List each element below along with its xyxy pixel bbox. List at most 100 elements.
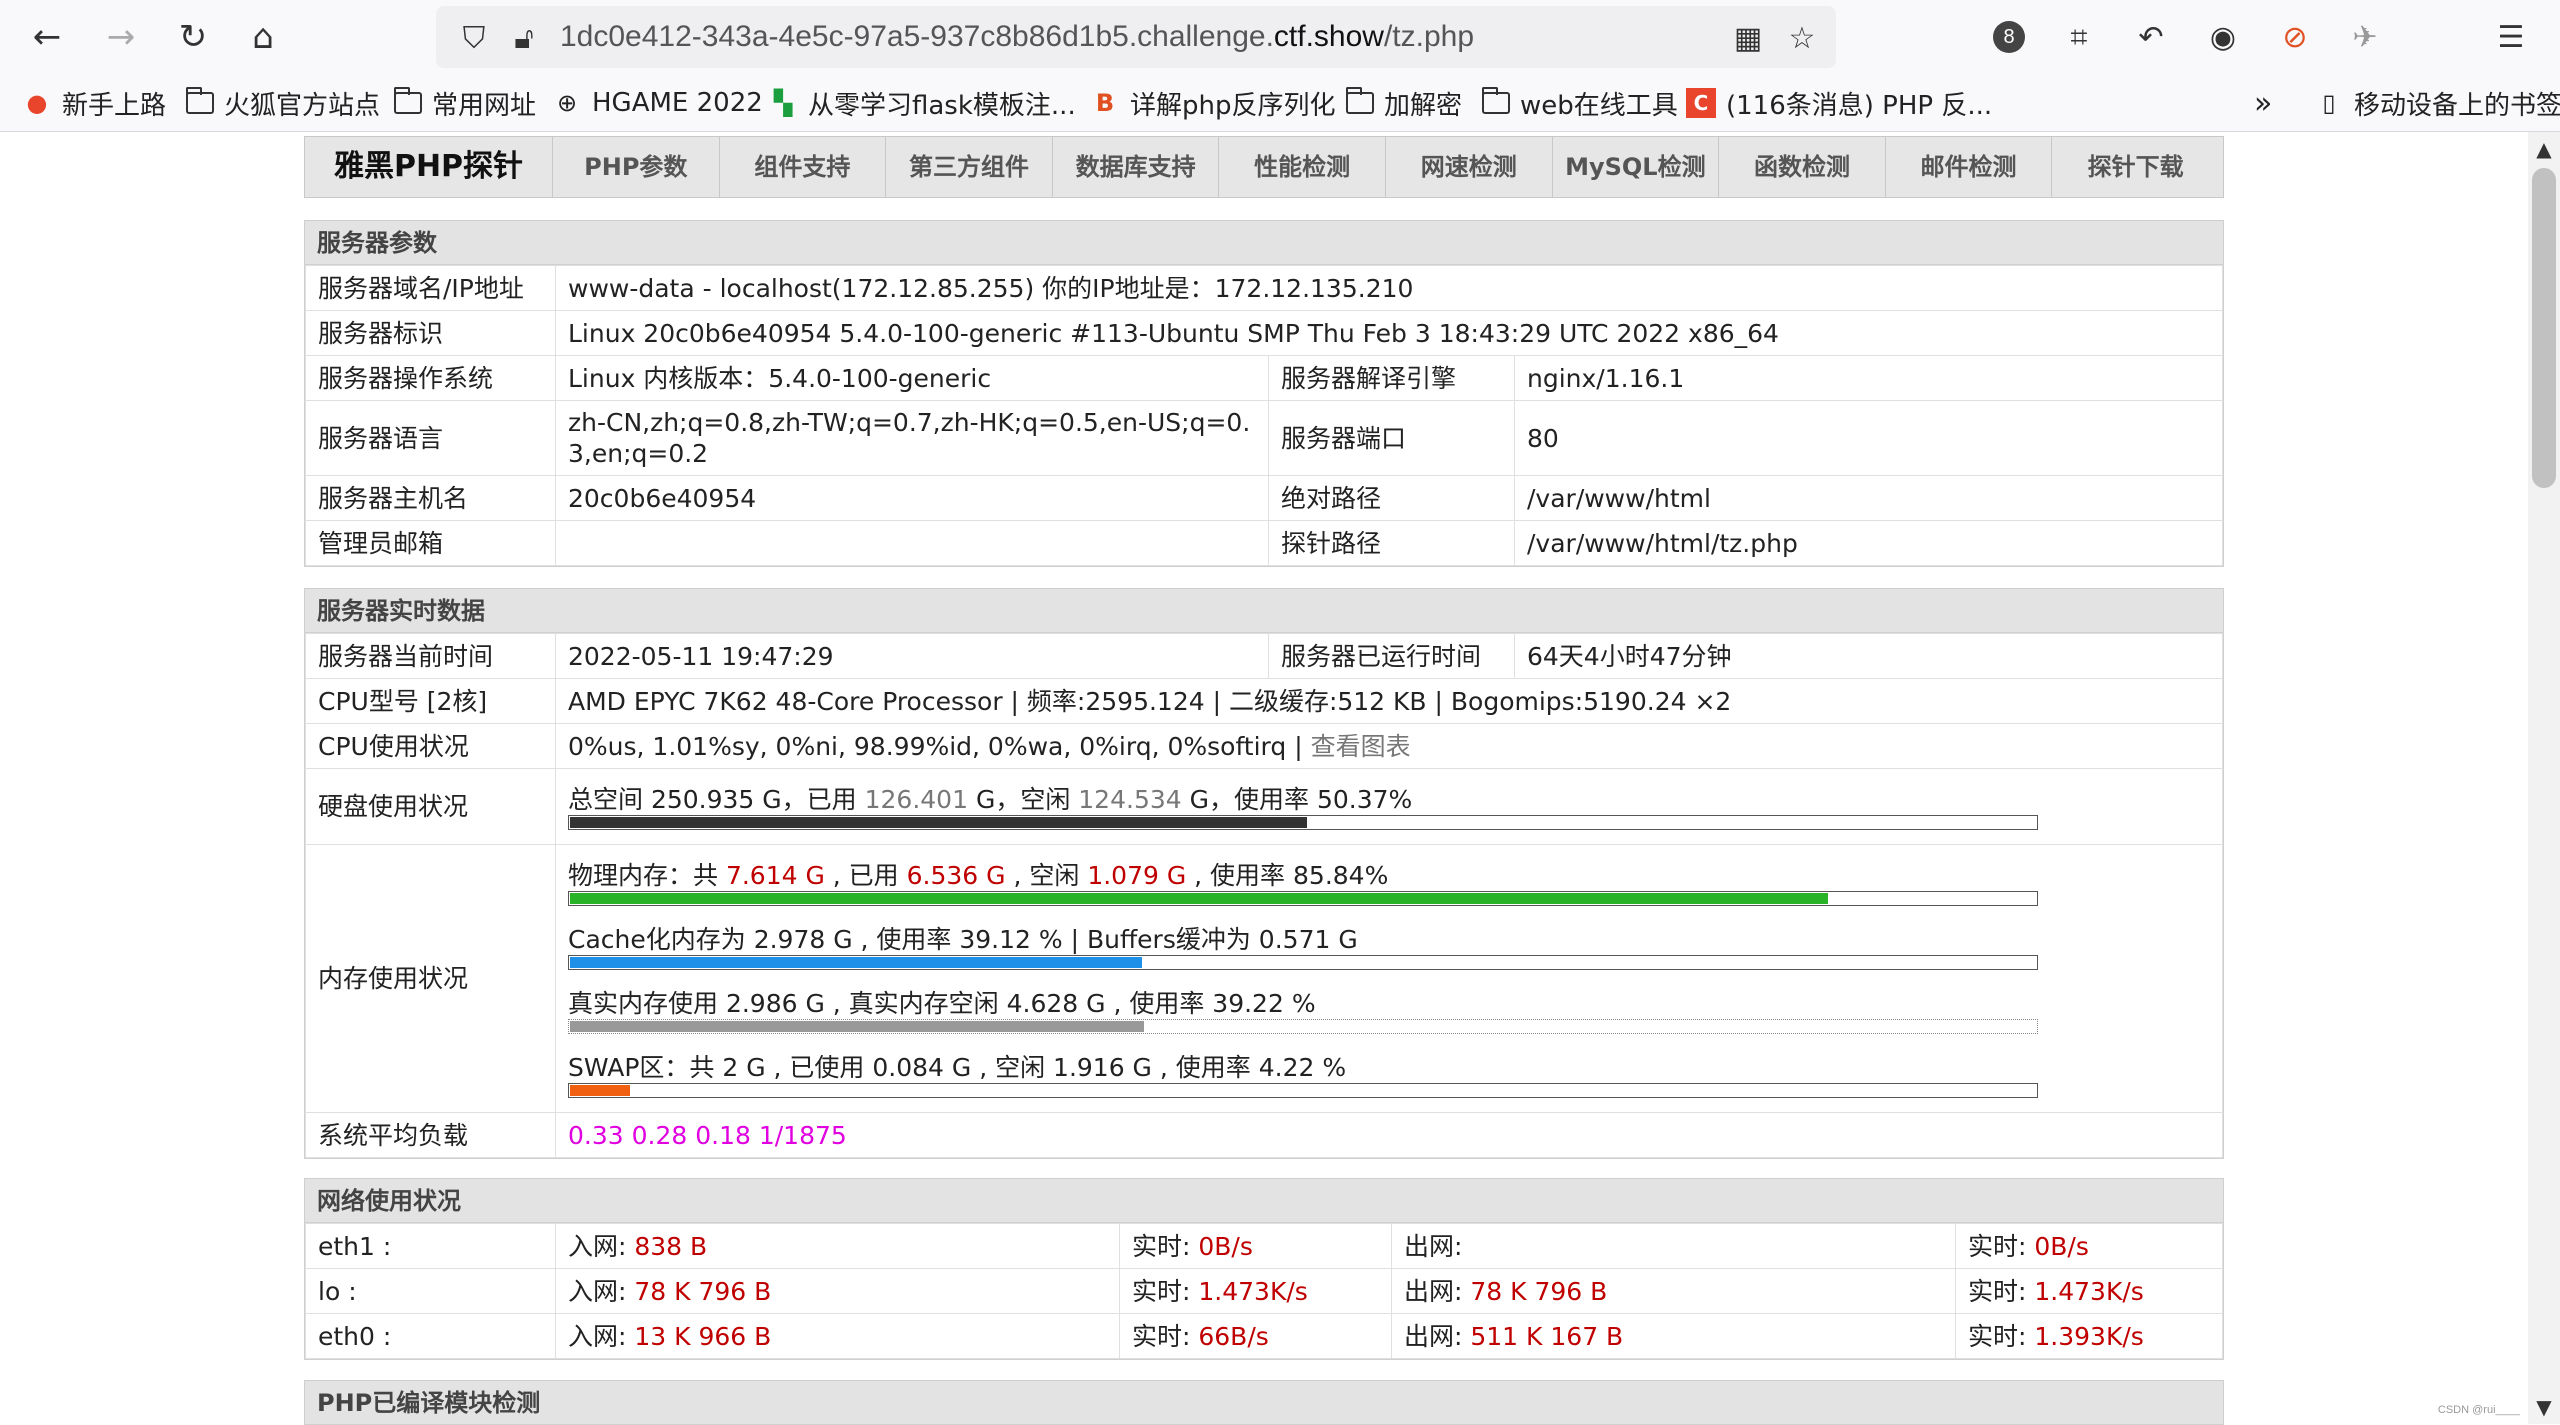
server-probe-value: /var/www/html/tz.php [1514, 520, 2223, 566]
bookmark-star-icon[interactable]: ☆ [1780, 16, 1824, 60]
cpu-usage-text: 0%us, 1.01%sy, 0%ni, 98.99%id, 0%wa, 0%i… [568, 731, 1311, 761]
server-lang-label: 服务器语言 [305, 400, 556, 476]
csdn-icon: C [1686, 88, 1716, 118]
bookmark-item[interactable]: C (116条消息) PHP 反... [1686, 74, 1992, 132]
mem-swap-text: SWAP区：共 2 G , 已使用 0.084 G , 空闲 1.916 G ,… [568, 1052, 1347, 1082]
disk-usage-fill [570, 816, 1308, 828]
nav-database[interactable]: 数据库支持 [1053, 137, 1220, 197]
shield-icon[interactable]: ⛉ [452, 16, 496, 60]
bookmark-item[interactable]: ● 新手上路 [22, 74, 167, 132]
mobile-device-icon: ▯ [2322, 89, 2336, 117]
view-chart-link[interactable]: 查看图表 [1311, 732, 1411, 761]
uptime-label: 服务器已运行时间 [1268, 633, 1515, 679]
section-title: 服务器实时数据 [305, 589, 2223, 633]
bookmark-item[interactable]: ⊕ HGAME 2022 [552, 74, 763, 132]
crop-icon[interactable]: ⌗ [2054, 12, 2104, 62]
server-os-label: 服务器操作系统 [305, 355, 556, 401]
net-rt-out: 实时: 1.473K/s [1955, 1268, 2223, 1314]
bookmarks-overflow-icon[interactable]: » [2254, 74, 2272, 132]
nav-php-params[interactable]: PHP参数 [553, 137, 720, 197]
bookmark-item[interactable]: web在线工具 [1482, 74, 1678, 132]
server-os-value: Linux 内核版本：5.4.0-100-generic [555, 355, 1269, 401]
server-probe-label: 探针路径 [1268, 520, 1515, 566]
network-section: 网络使用状况 eth1 : 入网: 838 B 实时: 0B/s 出网: 实时:… [304, 1178, 2224, 1360]
server-id-label: 服务器标识 [305, 310, 556, 356]
nav-mail[interactable]: 邮件检测 [1886, 137, 2053, 197]
folder-icon [1482, 87, 1510, 114]
server-domain-label: 服务器域名/IP地址 [305, 265, 556, 311]
nav-mysql[interactable]: MySQL检测 [1553, 137, 1720, 197]
mem-swap-fill [570, 1084, 630, 1096]
iface-name: lo : [305, 1268, 556, 1314]
mem-cache-fill [570, 956, 1143, 968]
bookmark-item[interactable]: B 详解php反序列化 [1090, 74, 1336, 132]
network-row: eth1 : 入网: 838 B 实时: 0B/s 出网: 实时: 0B/s [305, 1223, 2223, 1269]
mem-cache-text: Cache化内存为 2.978 G , 使用率 39.12 % | Buffer… [568, 924, 1358, 954]
server-port-value: 80 [1514, 400, 2223, 476]
nav-third-party[interactable]: 第三方组件 [886, 137, 1053, 197]
mem-swap-bar [568, 1082, 2038, 1098]
scroll-down-icon[interactable]: ▼ [2528, 1392, 2560, 1422]
cpu-usage-label: CPU使用状况 [305, 723, 556, 769]
nav-functions[interactable]: 函数检测 [1719, 137, 1886, 197]
server-abspath-value: /var/www/html [1514, 475, 2223, 521]
back-arrow-icon[interactable]: ← [22, 12, 72, 62]
server-host-label: 服务器主机名 [305, 475, 556, 521]
network-row: lo : 入网: 78 K 796 B 实时: 1.473K/s 出网: 78 … [305, 1268, 2223, 1314]
bookmark-item[interactable]: ▚ 从零学习flask模板注... [768, 74, 1076, 132]
tool-extension-icon[interactable]: ✈ [2340, 12, 2390, 62]
realtime-section: 服务器实时数据 服务器当前时间 2022-05-11 19:47:29 服务器已… [304, 588, 2224, 1159]
insecure-lock-icon[interactable]: 🔓︎ [502, 16, 546, 60]
server-lang-value: zh-CN,zh;q=0.8,zh-TW;q=0.7,zh-HK;q=0.5,e… [555, 400, 1269, 476]
circle-extension-icon[interactable]: ◉ [2198, 12, 2248, 62]
server-id-value: Linux 20c0b6e40954 5.4.0-100-generic #11… [555, 310, 2223, 356]
probe-brand[interactable]: 雅黑PHP探针 [305, 137, 553, 197]
php-modules-section: PHP已编译模块检测 [304, 1380, 2224, 1425]
nav-performance[interactable]: 性能检测 [1219, 137, 1386, 197]
folder-icon [1346, 87, 1374, 114]
undo-icon[interactable]: ↶ [2126, 12, 2176, 62]
server-admin-label: 管理员邮箱 [305, 520, 556, 566]
probe-nav: 雅黑PHP探针 PHP参数 组件支持 第三方组件 数据库支持 性能检测 网速检测… [304, 136, 2224, 198]
address-bar[interactable]: ⛉ 🔓︎ 1dc0e412-343a-4e5c-97a5-937c8b86d1b… [436, 6, 1836, 68]
home-icon[interactable]: ⌂ [238, 12, 288, 62]
scroll-up-icon[interactable]: ▲ [2528, 134, 2560, 164]
cpu-usage-value: 0%us, 1.01%sy, 0%ni, 98.99%id, 0%wa, 0%i… [555, 723, 2223, 769]
memory-value: 物理内存：共 7.614 G , 已用 6.536 G , 空闲 1.079 G… [555, 844, 2223, 1113]
site-icon: ▚ [773, 89, 793, 117]
server-port-label: 服务器端口 [1268, 400, 1515, 476]
bookmarks-bar: ● 新手上路 火狐官方站点 常用网址 ⊕ HGAME 2022 ▚ 从零学习flask… [0, 74, 2560, 132]
server-engine-label: 服务器解译引擎 [1268, 355, 1515, 401]
url-text[interactable]: 1dc0e412-343a-4e5c-97a5-937c8b86d1b5.cha… [560, 6, 1474, 68]
bookmark-item[interactable]: 常用网址 [394, 74, 536, 132]
bookmark-item[interactable]: 加解密 [1346, 74, 1462, 132]
net-out: 出网: [1391, 1223, 1956, 1269]
nav-speed[interactable]: 网速检测 [1386, 137, 1553, 197]
memory-label: 内存使用状况 [305, 844, 556, 1113]
mobile-bookmarks[interactable]: ▯ 移动设备上的书签 [2314, 74, 2560, 132]
disk-usage-bar [568, 814, 2038, 830]
cpu-label: CPU型号 [2核] [305, 678, 556, 724]
net-in: 入网: 838 B [555, 1223, 1120, 1269]
server-admin-value [555, 520, 1269, 566]
time-label: 服务器当前时间 [305, 633, 556, 679]
net-out: 出网: 511 K 167 B [1391, 1313, 1956, 1359]
folder-icon [394, 87, 422, 114]
mem-real-text: 真实内存使用 2.986 G , 真实内存空闲 4.628 G , 使用率 39… [568, 988, 1316, 1018]
block-extension-icon[interactable]: ⊘ [2270, 12, 2320, 62]
disk-label: 硬盘使用状况 [305, 768, 556, 845]
time-value: 2022-05-11 19:47:29 [555, 633, 1269, 679]
site-icon: B [1095, 89, 1115, 117]
nav-components[interactable]: 组件支持 [720, 137, 887, 197]
reload-icon[interactable]: ↻ [168, 12, 218, 62]
menu-icon[interactable]: ☰ [2486, 12, 2536, 62]
forward-arrow-icon[interactable]: → [96, 12, 146, 62]
bookmark-item[interactable]: 火狐官方站点 [186, 74, 380, 132]
nav-download[interactable]: 探针下载 [2052, 137, 2219, 197]
extension-badge-icon[interactable]: 8 [1984, 12, 2034, 62]
net-out: 出网: 78 K 796 B [1391, 1268, 1956, 1314]
iface-name: eth0 : [305, 1313, 556, 1359]
disk-value: 总空间 250.935 G，已用 126.401 G，空闲 124.534 G，… [555, 768, 2223, 845]
qr-code-icon[interactable]: ▦ [1726, 16, 1770, 60]
scrollbar-thumb[interactable] [2532, 168, 2556, 488]
